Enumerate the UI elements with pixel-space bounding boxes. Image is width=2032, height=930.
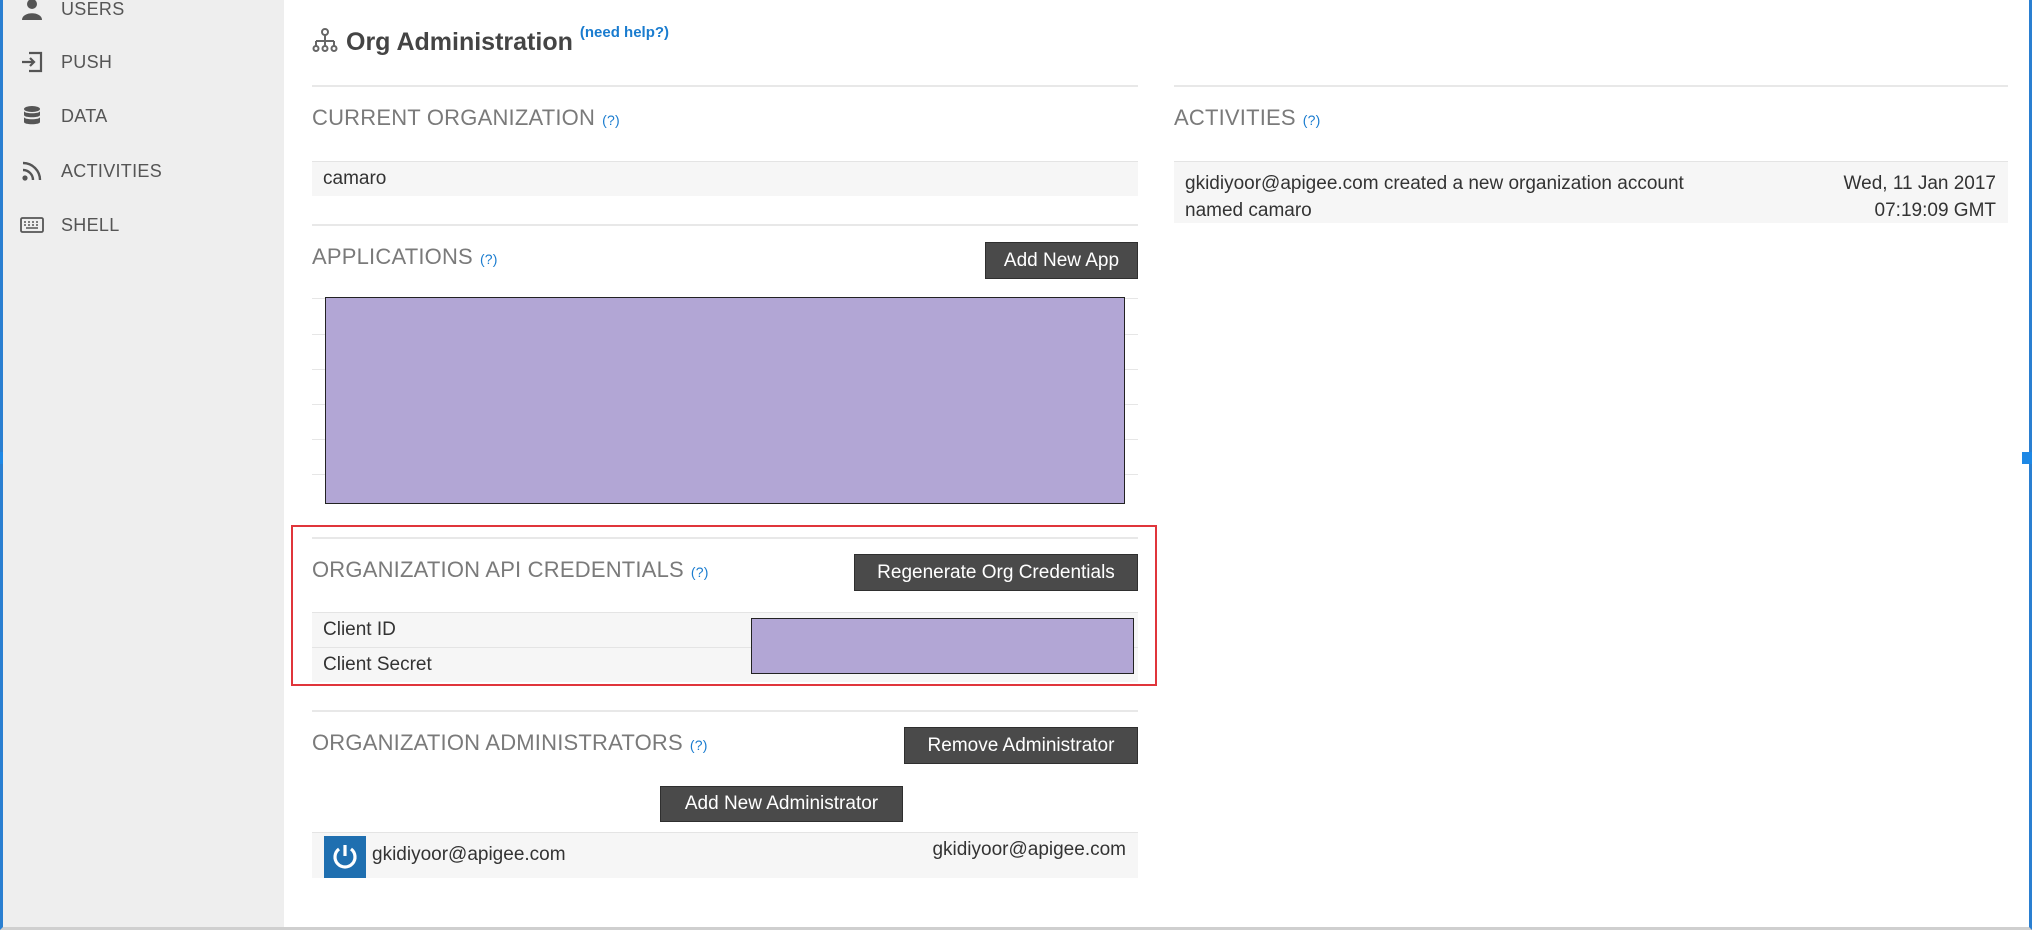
help-link[interactable]: (?)	[1303, 112, 1321, 128]
help-link[interactable]: (?)	[602, 112, 620, 128]
activity-item: gkidiyoor@apigee.com created a new organ…	[1174, 161, 2008, 223]
section-title: ACTIVITIES	[1174, 105, 1296, 130]
need-help-link[interactable]: (need help?)	[580, 24, 669, 41]
sidebar-item-label: DATA	[61, 105, 108, 126]
main-content: Org Administration (need help?) CURRENT …	[284, 0, 2029, 927]
administrators-heading: ORGANIZATION ADMINISTRATORS (?)	[312, 730, 708, 756]
section-title: CURRENT ORGANIZATION	[312, 105, 596, 130]
regenerate-credentials-button[interactable]: Regenerate Org Credentials	[854, 554, 1138, 591]
sidebar-item-label: SHELL	[61, 214, 120, 235]
divider	[312, 710, 1138, 712]
sidebar-item-label: ACTIVITIES	[61, 160, 163, 181]
keyboard-icon	[19, 212, 45, 238]
current-org-heading: CURRENT ORGANIZATION (?)	[312, 105, 620, 131]
sidebar-item-data[interactable]: DATA	[19, 101, 108, 131]
org-name: camaro	[323, 168, 387, 189]
page-title-text: Org Administration	[346, 27, 573, 56]
applications-heading: APPLICATIONS (?)	[312, 244, 498, 270]
database-icon	[19, 103, 45, 129]
sidebar-item-users[interactable]: USERS	[19, 0, 125, 24]
sidebar-item-push[interactable]: PUSH	[19, 47, 112, 77]
sidebar: USERS PUSH DATA ACTIVITIES SHELL	[3, 0, 284, 927]
push-icon	[19, 49, 45, 75]
rss-icon	[19, 158, 45, 184]
activity-timestamp: Wed, 11 Jan 2017 07:19:09 GMT	[1844, 170, 1996, 224]
sidebar-item-shell[interactable]: SHELL	[19, 210, 120, 240]
current-org-value: camaro	[312, 161, 1138, 196]
avatar	[324, 836, 366, 878]
sidebar-item-label: PUSH	[61, 51, 113, 72]
activity-date: Wed, 11 Jan 2017	[1843, 173, 1996, 194]
user-icon	[19, 0, 45, 22]
client-id-label: Client ID	[323, 619, 396, 640]
sidebar-item-activities[interactable]: ACTIVITIES	[19, 156, 162, 186]
section-title: ORGANIZATION API CREDENTIALS	[312, 557, 684, 582]
add-new-administrator-button[interactable]: Add New Administrator	[660, 786, 903, 822]
redacted-credentials	[751, 618, 1134, 674]
activities-heading: ACTIVITIES (?)	[1174, 105, 1321, 131]
table-row[interactable]: gkidiyoor@apigee.com gkidiyoor@apigee.co…	[312, 832, 1138, 878]
client-secret-label: Client Secret	[323, 654, 432, 675]
power-icon	[333, 845, 357, 869]
sidebar-item-label: USERS	[61, 0, 125, 19]
org-tree-icon	[312, 27, 338, 58]
remove-administrator-button[interactable]: Remove Administrator	[904, 727, 1138, 764]
credentials-heading: ORGANIZATION API CREDENTIALS (?)	[312, 557, 709, 583]
page-title: Org Administration (need help?)	[312, 22, 669, 62]
section-title: APPLICATIONS	[312, 244, 473, 269]
activity-time: 07:19:09 GMT	[1874, 200, 1996, 221]
activity-message: gkidiyoor@apigee.com created a new organ…	[1185, 173, 1684, 221]
divider	[312, 224, 1138, 226]
help-link[interactable]: (?)	[480, 251, 498, 267]
add-new-app-button[interactable]: Add New App	[985, 242, 1138, 279]
help-link[interactable]: (?)	[691, 564, 709, 580]
admin-email: gkidiyoor@apigee.com	[932, 839, 1126, 860]
redacted-applications	[325, 297, 1125, 504]
admin-name: gkidiyoor@apigee.com	[372, 844, 566, 865]
section-title: ORGANIZATION ADMINISTRATORS	[312, 730, 683, 755]
help-link[interactable]: (?)	[690, 737, 708, 753]
divider	[312, 85, 1138, 87]
divider	[1174, 85, 2008, 87]
